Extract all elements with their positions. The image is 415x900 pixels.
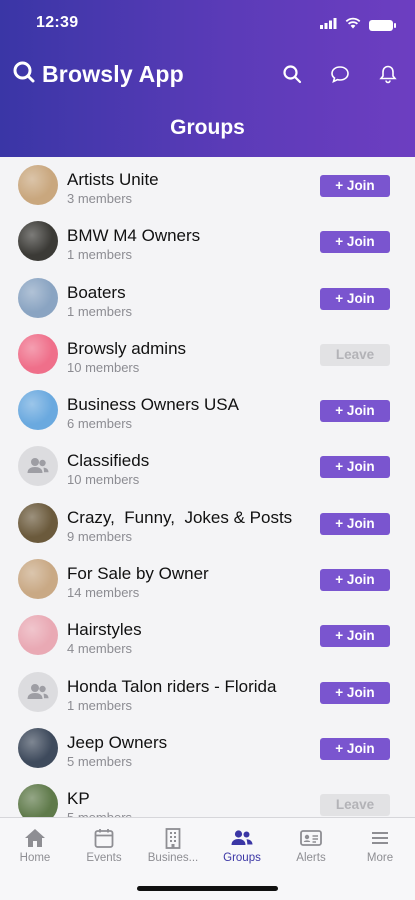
group-avatar xyxy=(18,165,58,205)
join-button[interactable]: + Join xyxy=(320,737,390,760)
group-name: Jeep Owners xyxy=(67,732,168,752)
group-member-count: 9 members xyxy=(67,528,133,544)
app-header: 12:39 Browsly App Groups xyxy=(0,0,415,157)
building-icon xyxy=(138,826,208,850)
tab-label: Busines... xyxy=(147,852,199,864)
group-name: Honda Talon riders - Florida xyxy=(67,676,277,696)
alert-card-icon xyxy=(276,826,346,850)
group-avatar xyxy=(18,221,58,262)
group-avatar xyxy=(18,784,58,817)
group-avatar xyxy=(18,333,58,374)
group-row[interactable]: For Sale by Owner 14 members + Join xyxy=(0,551,415,607)
group-name: Artists Unite xyxy=(67,170,159,189)
group-name: Boaters xyxy=(67,282,126,302)
group-row[interactable]: Business Owners USA 6 members + Join xyxy=(0,382,415,438)
group-name: BMW M4 Owners xyxy=(67,226,201,246)
group-member-count: 1 members xyxy=(67,247,133,263)
group-row[interactable]: Classifieds 10 members + Join xyxy=(0,438,415,494)
groups-list: Artists Unite 3 members + Join BMW M4 Owner… xyxy=(0,157,415,817)
group-member-count: 10 members xyxy=(67,472,140,488)
group-name: Crazy, Funny, Jokes & Posts xyxy=(67,507,293,527)
group-avatar xyxy=(18,727,58,768)
group-member-count: 14 members xyxy=(67,585,140,601)
join-button[interactable]: + Join xyxy=(320,175,390,197)
home-indicator xyxy=(137,886,278,891)
bell-icon[interactable] xyxy=(375,61,401,87)
tab-alerts[interactable]: Alerts xyxy=(276,826,346,864)
group-member-count: 3 members xyxy=(67,191,133,206)
join-button[interactable]: + Join xyxy=(320,512,390,535)
group-member-count: 1 members xyxy=(67,303,133,319)
status-icons xyxy=(320,16,396,34)
wifi-icon xyxy=(345,16,361,34)
app-title: Browsly App xyxy=(42,60,184,87)
group-row[interactable]: Crazy, Funny, Jokes & Posts 9 members + Jo… xyxy=(0,495,415,551)
group-member-count: 6 members xyxy=(67,416,133,432)
group-placeholder-icon xyxy=(18,446,58,487)
group-member-count: 4 members xyxy=(67,641,133,657)
join-button[interactable]: + Join xyxy=(320,287,390,310)
join-button[interactable]: + Join xyxy=(320,569,390,592)
page-title: Groups xyxy=(170,116,245,139)
tab-label: More xyxy=(366,852,394,864)
group-name: KP xyxy=(67,789,90,809)
tab-busines[interactable]: Busines... xyxy=(138,826,208,864)
group-row[interactable]: Artists Unite 3 members + Join xyxy=(0,157,415,213)
status-time: 12:39 xyxy=(36,14,79,31)
group-avatar xyxy=(18,502,58,543)
tab-label: Events xyxy=(86,852,122,864)
group-member-count: 5 members xyxy=(67,810,132,817)
tab-label: Home xyxy=(19,852,51,864)
leave-button[interactable]: Leave xyxy=(320,343,390,366)
group-member-count: 10 members xyxy=(67,359,140,375)
tab-label: Alerts xyxy=(296,852,326,864)
group-row[interactable]: KP5 members Leave xyxy=(0,776,415,817)
group-row[interactable]: Honda Talon riders - Florida 1 members + J… xyxy=(0,664,415,720)
group-name: Business Owners USA xyxy=(67,395,239,415)
tab-events[interactable]: Events xyxy=(69,826,139,864)
tab-groups[interactable]: Groups xyxy=(207,826,277,864)
group-name: Classifieds xyxy=(67,451,150,471)
group-row[interactable]: Hairstyles 4 members + Join xyxy=(0,607,415,663)
group-row[interactable]: Boaters 1 members + Join xyxy=(0,270,415,326)
group-placeholder-icon xyxy=(18,671,58,712)
tab-label: Groups xyxy=(223,852,261,864)
tab-home[interactable]: Home xyxy=(0,826,70,864)
group-row[interactable]: Browsly admins 10 members Leave xyxy=(0,326,415,382)
join-button[interactable]: + Join xyxy=(320,231,390,254)
status-bar: 12:39 xyxy=(0,14,415,34)
group-row[interactable]: BMW M4 Owners 1 members + Join xyxy=(0,213,415,269)
chat-icon[interactable] xyxy=(327,61,353,87)
search-icon[interactable] xyxy=(279,61,305,87)
logo-search-icon xyxy=(12,60,36,89)
group-member-count: 5 members xyxy=(67,753,133,769)
leave-button[interactable]: Leave xyxy=(320,794,390,817)
group-avatar xyxy=(18,390,58,431)
group-name: Hairstyles xyxy=(67,620,142,640)
group-name: For Sale by Owner xyxy=(67,564,209,584)
group-member-count: 1 members xyxy=(67,697,133,713)
tab-more[interactable]: More xyxy=(345,826,415,864)
people-icon xyxy=(207,826,277,850)
join-button[interactable]: + Join xyxy=(320,681,390,704)
signal-icon xyxy=(320,16,337,34)
calendar-icon xyxy=(69,826,139,850)
app-bar: Browsly App xyxy=(12,56,401,92)
group-avatar xyxy=(18,559,58,600)
join-button[interactable]: + Join xyxy=(320,400,390,423)
join-button[interactable]: + Join xyxy=(320,625,390,648)
home-icon xyxy=(0,826,70,850)
join-button[interactable]: + Join xyxy=(320,456,390,479)
group-avatar xyxy=(18,615,58,656)
menu-icon xyxy=(345,826,415,850)
battery-icon xyxy=(369,19,396,31)
group-name: Browsly admins xyxy=(67,338,187,358)
group-avatar xyxy=(18,277,58,318)
group-row[interactable]: Jeep Owners 5 members + Join xyxy=(0,720,415,776)
